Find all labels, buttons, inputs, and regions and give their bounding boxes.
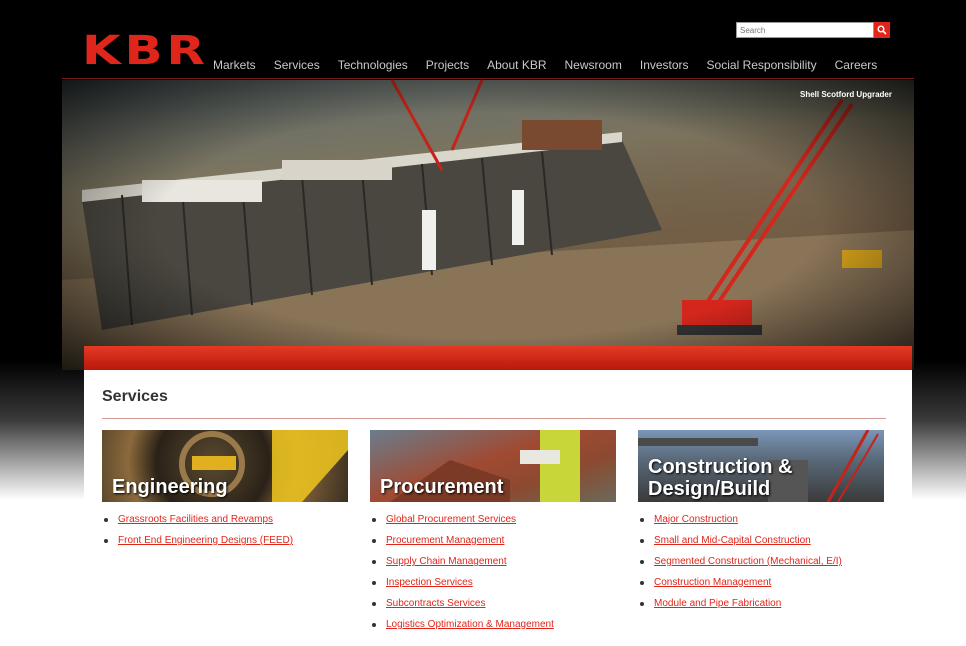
link-segmented-construction[interactable]: Segmented Construction (Mechanical, E/I) <box>640 556 884 568</box>
nav-item-projects[interactable]: Projects <box>417 58 478 72</box>
link-major-construction[interactable]: Major Construction <box>640 514 884 526</box>
search-button[interactable] <box>874 22 890 38</box>
procurement-links: Global Procurement Services Procurement … <box>370 514 616 631</box>
page-frame: KBR Markets Services Technologies Projec… <box>62 14 914 646</box>
search-input[interactable] <box>736 22 875 38</box>
link-global-procurement[interactable]: Global Procurement Services <box>372 514 616 526</box>
section-title: Services <box>102 388 168 405</box>
hero-caption: Shell Scotford Upgrader <box>799 90 892 99</box>
engineering-links: Grassroots Facilities and Revamps Front … <box>102 514 348 547</box>
link-logistics-optimization[interactable]: Logistics Optimization & Management <box>372 619 616 631</box>
nav-item-investors[interactable]: Investors <box>631 58 698 72</box>
link-feed[interactable]: Front End Engineering Designs (FEED) <box>104 535 348 547</box>
procurement-column: Procurement Global Procurement Services … <box>370 430 616 640</box>
nav-item-services[interactable]: Services <box>265 58 329 72</box>
construction-banner-label: Construction & Design/Build <box>648 456 792 500</box>
hero-image: Shell Scotford Upgrader <box>62 80 914 370</box>
nav-item-social-responsibility[interactable]: Social Responsibility <box>698 58 826 72</box>
nav-divider <box>62 78 914 79</box>
nav-item-about[interactable]: About KBR <box>478 58 555 72</box>
hero-vignette <box>62 80 914 370</box>
procurement-banner-label: Procurement <box>380 476 504 498</box>
link-module-pipe-fabrication[interactable]: Module and Pipe Fabrication <box>640 598 884 610</box>
main-nav: Markets Services Technologies Projects A… <box>204 58 886 72</box>
link-supply-chain[interactable]: Supply Chain Management <box>372 556 616 568</box>
link-subcontracts-services[interactable]: Subcontracts Services <box>372 598 616 610</box>
services-panel: Services Engineering Grassroots Faciliti… <box>84 370 912 646</box>
section-divider <box>102 418 886 419</box>
engineering-banner[interactable]: Engineering <box>102 430 348 502</box>
construction-banner-line2: Design/Build <box>648 478 771 500</box>
kbr-logo[interactable]: KBR <box>82 28 209 74</box>
link-construction-management[interactable]: Construction Management <box>640 577 884 589</box>
search-icon <box>877 25 887 35</box>
link-grassroots-facilities[interactable]: Grassroots Facilities and Revamps <box>104 514 348 526</box>
construction-banner-line1: Construction & <box>648 456 793 478</box>
engineering-banner-label: Engineering <box>112 476 228 498</box>
construction-column: Construction & Design/Build Major Constr… <box>638 430 884 619</box>
construction-links: Major Construction Small and Mid-Capital… <box>638 514 884 610</box>
engineering-column: Engineering Grassroots Facilities and Re… <box>102 430 348 556</box>
red-accent-bar <box>84 346 912 370</box>
link-inspection-services[interactable]: Inspection Services <box>372 577 616 589</box>
nav-item-technologies[interactable]: Technologies <box>329 58 417 72</box>
nav-item-careers[interactable]: Careers <box>826 58 887 72</box>
nav-item-markets[interactable]: Markets <box>204 58 265 72</box>
procurement-banner[interactable]: Procurement <box>370 430 616 502</box>
link-procurement-management[interactable]: Procurement Management <box>372 535 616 547</box>
search-box <box>736 22 890 38</box>
nav-item-newsroom[interactable]: Newsroom <box>556 58 631 72</box>
construction-banner[interactable]: Construction & Design/Build <box>638 430 884 502</box>
link-small-mid-capital[interactable]: Small and Mid-Capital Construction <box>640 535 884 547</box>
